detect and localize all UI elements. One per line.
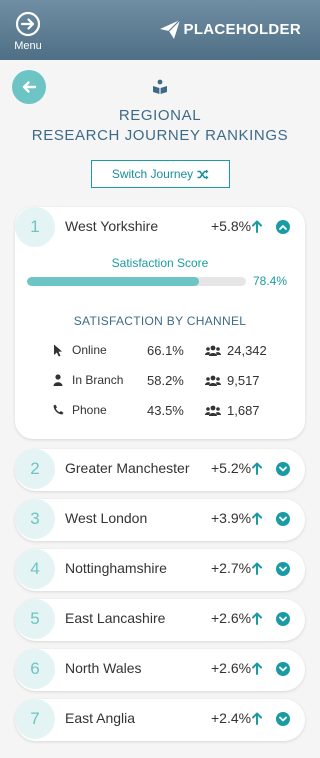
expand-button[interactable] (276, 612, 290, 626)
arrow-up-icon (252, 612, 262, 625)
rank-number: 5 (15, 599, 55, 639)
reader-book-icon (153, 79, 167, 94)
page-title-line2: RESEARCH JOURNEY RANKINGS (31, 127, 289, 144)
ranking-card[interactable]: 6 North Wales +2.6% (15, 649, 305, 691)
channels-heading: SATISFACTION BY CHANNEL (73, 314, 247, 328)
change-value: +3.9% (211, 510, 252, 526)
channel-pct: 66.1% (147, 343, 184, 358)
arrow-up-icon (252, 662, 262, 675)
channel-count: 9,517 (227, 373, 260, 388)
region-name: East Lancashire (65, 610, 166, 626)
back-button[interactable] (12, 70, 46, 104)
arrow-left-icon (22, 81, 37, 93)
users-icon (205, 405, 221, 416)
channel-row-phone: Phone 43.5% 1,687 (15, 402, 305, 420)
channel-name: Online (72, 343, 107, 357)
rank-number: 1 (15, 207, 55, 247)
ranking-card[interactable]: 2 Greater Manchester +5.2% (15, 449, 305, 491)
rank-number: 2 (15, 449, 55, 489)
arrow-up-icon (252, 712, 262, 725)
chevron-down-icon (279, 466, 287, 472)
brand-logo: PLACEHOLDER (159, 18, 301, 40)
region-name: East Anglia (65, 710, 136, 726)
chevron-down-icon (279, 666, 287, 672)
switch-journey-label: Switch Journey (111, 167, 194, 181)
satisfaction-bar (27, 277, 246, 286)
users-icon (205, 375, 221, 386)
channel-row-online: Online 66.1% 24,342 (15, 342, 305, 360)
region-name: Nottinghamshire (65, 560, 167, 576)
ranking-card[interactable]: 5 East Lancashire +2.6% (15, 599, 305, 641)
switch-journey-button[interactable]: Switch Journey (91, 160, 230, 188)
menu-label: Menu (14, 40, 42, 52)
menu-button[interactable]: Menu (13, 11, 43, 52)
chevron-down-icon (279, 516, 287, 522)
arrow-up-icon (252, 462, 262, 475)
ranking-card: 1 West Yorkshire +5.8% Satisfaction Scor… (15, 207, 305, 439)
channel-pct: 58.2% (147, 373, 184, 388)
channel-name: In Branch (72, 373, 124, 387)
expand-button[interactable] (276, 512, 290, 526)
channel-row-in-branch: In Branch 58.2% 9,517 (15, 372, 305, 390)
region-name: West London (65, 510, 148, 526)
top-bar: Menu PLACEHOLDER (0, 0, 320, 60)
collapse-button[interactable] (276, 220, 290, 234)
arrow-up-icon (252, 512, 262, 525)
ranking-card[interactable]: 4 Nottinghamshire +2.7% (15, 549, 305, 591)
arrow-up-icon (252, 220, 262, 233)
page-title-line1: REGIONAL (118, 107, 202, 124)
rank-number: 4 (15, 549, 55, 589)
channel-pct: 43.5% (147, 403, 184, 418)
rank-number: 7 (15, 699, 55, 739)
expand-button[interactable] (276, 712, 290, 726)
change-value: +2.6% (211, 660, 252, 676)
region-name: North Wales (65, 660, 142, 676)
rank-number: 3 (15, 499, 55, 539)
satisfaction-bar-fill (27, 277, 199, 286)
expand-button[interactable] (276, 462, 290, 476)
ranking-card[interactable]: 7 East Anglia +2.4% (15, 699, 305, 741)
arrow-right-circle-icon (15, 11, 41, 37)
person-icon (53, 374, 63, 386)
chevron-down-icon (279, 616, 287, 622)
brand-name: PLACEHOLDER (183, 20, 301, 38)
change-value: +2.6% (211, 610, 252, 626)
shuffle-icon (197, 169, 209, 179)
expand-button[interactable] (276, 662, 290, 676)
satisfaction-value: 78.4% (253, 274, 288, 288)
chevron-down-icon (279, 716, 287, 722)
channel-name: Phone (72, 403, 107, 417)
chevron-up-icon (279, 225, 287, 230)
satisfaction-label: Satisfaction Score (111, 256, 209, 270)
arrow-up-icon (252, 562, 262, 575)
change-value: +5.8% (211, 218, 252, 234)
rank-number: 6 (15, 649, 55, 689)
chevron-down-icon (279, 566, 287, 572)
users-icon (205, 345, 221, 356)
change-value: +2.7% (211, 560, 252, 576)
expand-button[interactable] (276, 562, 290, 576)
change-value: +2.4% (211, 710, 252, 726)
channel-count: 1,687 (227, 403, 260, 418)
channel-count: 24,342 (227, 343, 267, 358)
paper-plane-icon (159, 19, 180, 39)
region-name: West Yorkshire (65, 218, 159, 234)
cursor-icon (54, 344, 62, 357)
change-value: +5.2% (211, 460, 252, 476)
region-name: Greater Manchester (65, 460, 190, 476)
phone-icon (53, 404, 64, 415)
ranking-card[interactable]: 3 West London +3.9% (15, 499, 305, 541)
